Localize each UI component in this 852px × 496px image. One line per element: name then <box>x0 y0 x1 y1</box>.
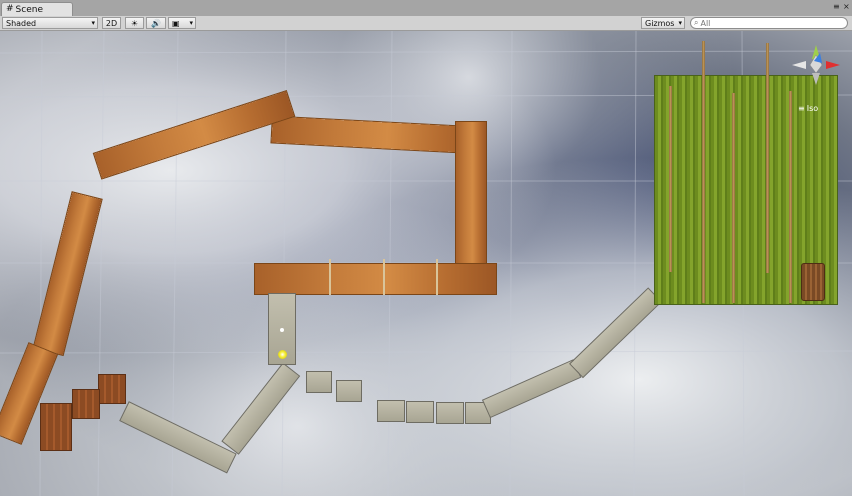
stone-block <box>336 380 362 402</box>
neg-x-axis-cone[interactable] <box>792 61 806 69</box>
crate <box>40 403 72 451</box>
wood-plank <box>456 122 486 272</box>
speaker-icon: 🔊 <box>151 18 161 28</box>
projection-toggle[interactable]: ≡ Iso <box>798 104 818 113</box>
scene-grid-icon: # <box>6 4 14 14</box>
draw-mode-label: Shaded <box>6 18 37 28</box>
image-icon: ▣ <box>172 18 180 28</box>
stone-block <box>377 400 405 422</box>
rope-tie <box>436 259 438 295</box>
sun-icon: ☀ <box>130 18 139 28</box>
wooden-pole <box>732 93 735 303</box>
lighting-toggle-button[interactable]: ☀ <box>125 17 144 29</box>
projection-label: Iso <box>806 104 819 113</box>
tab-strip: # Scene ≡ × <box>0 0 852 17</box>
toggle-2d-label: 2D <box>105 18 118 28</box>
wooden-pole <box>669 86 672 272</box>
light-handle[interactable] <box>280 328 284 332</box>
scene-toolbar: Shaded 2D ☀ 🔊 ▣ Gizmos ⌕ All <box>0 16 852 31</box>
stone-block <box>406 401 434 423</box>
tab-scene[interactable]: # Scene <box>1 2 73 16</box>
tab-scene-label: Scene <box>15 4 43 15</box>
x-axis-cone[interactable] <box>826 61 840 69</box>
wooden-pole <box>766 43 769 273</box>
window-menu-icon[interactable]: ≡ <box>833 2 840 11</box>
gizmos-dropdown[interactable]: Gizmos <box>641 17 685 29</box>
wooden-pole <box>702 41 705 303</box>
wood-plank <box>255 264 496 294</box>
search-placeholder: All <box>700 18 711 28</box>
rope-tie <box>329 259 331 295</box>
search-icon: ⌕ <box>694 18 699 27</box>
crate <box>98 374 126 404</box>
toggle-2d-button[interactable]: 2D <box>102 17 121 29</box>
neg-y-axis-cone[interactable] <box>812 73 820 85</box>
rope-tie <box>383 259 385 295</box>
scene-viewport[interactable]: ≡ Iso <box>0 31 852 496</box>
audio-toggle-button[interactable]: 🔊 <box>146 17 166 29</box>
wooden-pole <box>789 91 792 303</box>
draw-mode-dropdown[interactable]: Shaded <box>2 17 98 29</box>
effects-dropdown[interactable]: ▣ <box>168 17 196 29</box>
window-close-icon[interactable]: × <box>843 2 850 11</box>
projection-icon: ≡ <box>798 104 805 113</box>
crate <box>72 389 100 419</box>
search-input[interactable]: ⌕ All <box>690 17 848 29</box>
gizmos-label: Gizmos <box>645 18 675 28</box>
point-light-gizmo[interactable] <box>278 350 287 359</box>
bucket <box>801 263 825 301</box>
stone-block <box>306 371 332 393</box>
stone-block <box>436 402 464 424</box>
